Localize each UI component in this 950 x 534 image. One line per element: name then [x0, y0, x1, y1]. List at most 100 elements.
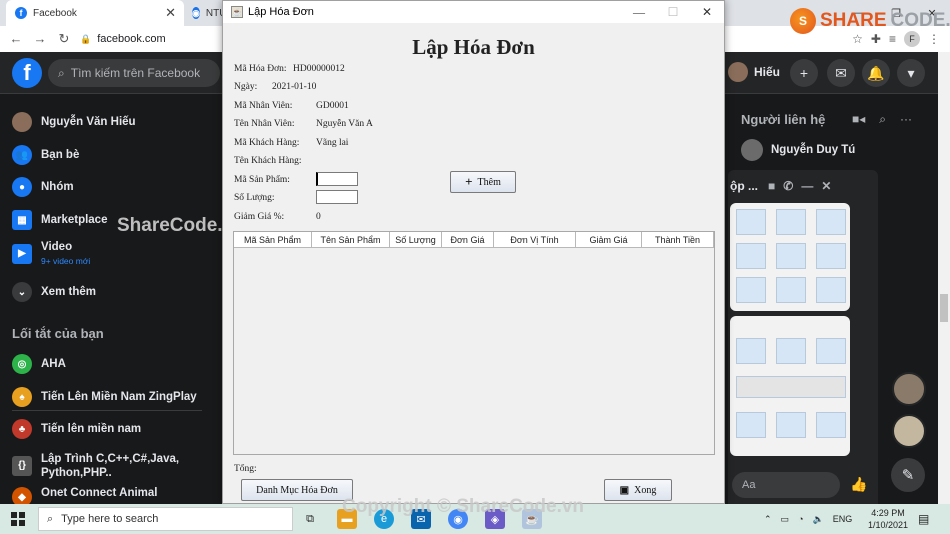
programming-icon: {}: [12, 456, 32, 476]
lock-icon: 🔒: [80, 33, 92, 44]
facebook-favicon-icon: f: [15, 7, 27, 19]
done-button[interactable]: ▣ Xong: [604, 479, 672, 501]
sidebar-item-groups[interactable]: ● Nhóm: [12, 172, 74, 202]
chat-head-avatar[interactable]: [892, 414, 926, 448]
page-scroll-thumb[interactable]: [940, 294, 948, 322]
shortcut-aha[interactable]: ◎ AHA: [12, 349, 66, 379]
product-id-field[interactable]: [316, 172, 358, 186]
close-tab-icon[interactable]: ✕: [165, 5, 176, 21]
table-header: Mã Sản Phẩm Tên Sản Phẩm Số Lượng Đơn Gi…: [234, 232, 714, 248]
extensions-icon[interactable]: ✚: [871, 32, 881, 46]
contact-item[interactable]: Nguyễn Duy Tú: [741, 139, 855, 161]
profile-chip[interactable]: Hiếu: [728, 62, 780, 82]
battery-icon[interactable]: ▭: [781, 514, 790, 525]
sidebar-item-label: Bạn bè: [41, 149, 80, 161]
video-icon: ▶: [12, 244, 32, 264]
groups-icon: ●: [12, 177, 32, 197]
shortcut-label: Lập Trình C,C++,C#,Java,: [41, 453, 180, 465]
chat-title: ộp ...: [730, 179, 758, 193]
total-label: Tổng:: [234, 464, 257, 474]
video-call-icon[interactable]: ■: [768, 179, 775, 193]
shortcut-zingplay[interactable]: ♠ Tiến Lên Miền Nam ZingPlay: [12, 382, 197, 412]
new-message-icon[interactable]: ✎: [891, 458, 925, 492]
onet-icon: ◆: [12, 487, 32, 504]
invoice-dialog: ☕ Lập Hóa Đơn — ☐ ✕ Lập Hóa Đơn Mã Hóa Đ…: [222, 0, 725, 504]
tab-ntu[interactable]: ◉ NTU: [186, 0, 226, 26]
chevron-up-icon[interactable]: ⌃: [764, 514, 772, 525]
sidebar-item-see-more[interactable]: ⌄ Xem thêm: [12, 277, 96, 307]
minimize-icon[interactable]: —: [622, 1, 656, 23]
taskbar-clock[interactable]: 4:29 PM 1/10/2021: [858, 507, 918, 531]
column-header[interactable]: Số Lượng: [390, 232, 442, 248]
network-icon[interactable]: ◔: [798, 514, 803, 524]
customer-id-label: Mã Khách Hàng:: [234, 138, 300, 148]
invoice-items-table[interactable]: Mã Sản Phẩm Tên Sản Phẩm Số Lượng Đơn Gi…: [233, 231, 715, 455]
add-button[interactable]: + Thêm: [450, 171, 516, 193]
notifications-icon[interactable]: 🔔: [862, 59, 890, 87]
invoice-id-value: HD00000012: [293, 64, 345, 74]
chat-message-input[interactable]: Aa: [732, 472, 840, 498]
notification-center-icon[interactable]: ▤: [918, 512, 929, 526]
logo-code: CODE.vn: [890, 10, 950, 31]
shortcut-onet[interactable]: ◆ Onet Connect Animal: [12, 487, 158, 504]
chrome-menu-icon[interactable]: ⋮: [928, 32, 940, 46]
video-subtitle: 9+ video mới: [41, 256, 91, 266]
facebook-search-input[interactable]: ⌕ Tìm kiếm trên Facebook: [48, 59, 220, 87]
chat-image-attachment[interactable]: [730, 316, 850, 456]
avatar: [728, 62, 748, 82]
video-call-icon[interactable]: ■◂: [852, 112, 865, 127]
sidebar-item-profile[interactable]: Nguyễn Văn Hiếu: [12, 107, 136, 137]
column-header[interactable]: Giảm Giá: [576, 232, 642, 248]
marketplace-icon: ▦: [12, 210, 32, 230]
contact-name: Nguyễn Duy Tú: [771, 144, 856, 156]
search-placeholder: Tìm kiếm trên Facebook: [70, 66, 201, 80]
add-button-label: Thêm: [477, 176, 501, 188]
taskbar-search-input[interactable]: ⌕ Type here to search: [38, 507, 293, 531]
start-button[interactable]: [0, 504, 36, 534]
like-icon[interactable]: 👍: [850, 476, 867, 493]
volume-icon[interactable]: 🔈: [813, 514, 824, 525]
column-header[interactable]: Mã Sản Phẩm: [234, 232, 312, 248]
clock-date: 1/10/2021: [867, 520, 909, 530]
create-icon[interactable]: +: [790, 59, 818, 87]
date-value: 2021-01-10: [272, 82, 317, 92]
shortcut-programming[interactable]: {} Lập Trình C,C++,C#,Java, Python,PHP..: [12, 451, 179, 481]
close-icon[interactable]: ✕: [690, 1, 724, 23]
sidebar-item-friends[interactable]: 👥 Bạn bè: [12, 140, 79, 170]
language-indicator[interactable]: ENG: [833, 514, 853, 524]
tab-facebook[interactable]: f Facebook ✕: [6, 0, 184, 26]
column-header[interactable]: Đơn Giá: [442, 232, 494, 248]
column-header[interactable]: Thành Tiền: [642, 232, 714, 248]
sidebar-item-label: Marketplace: [41, 214, 108, 226]
minimize-chat-icon[interactable]: —: [801, 179, 813, 193]
sharecode-logo-icon: S: [790, 8, 816, 34]
facebook-logo-icon[interactable]: f: [12, 58, 42, 88]
reload-icon[interactable]: ↻: [56, 31, 72, 47]
messenger-icon[interactable]: ✉: [827, 59, 855, 87]
chat-header[interactable]: ộp ... ■ ✆ — ✕: [728, 170, 878, 202]
column-header[interactable]: Đơn Vị Tính: [494, 232, 576, 248]
sidebar-item-marketplace[interactable]: ▦ Marketplace: [12, 205, 107, 235]
more-options-icon[interactable]: ···: [900, 112, 912, 127]
phone-icon[interactable]: ✆: [783, 179, 793, 193]
sidebar-item-label: Nhóm: [41, 181, 74, 193]
quantity-field[interactable]: [316, 190, 358, 204]
column-header[interactable]: Tên Sản Phẩm: [312, 232, 390, 248]
chat-image-attachment[interactable]: [730, 203, 850, 311]
forward-icon[interactable]: →: [32, 31, 48, 46]
task-view-icon[interactable]: ⧉: [300, 509, 320, 529]
chat-head-avatar[interactable]: [892, 372, 926, 406]
invoice-list-button[interactable]: Danh Mục Hóa Đơn: [241, 479, 353, 501]
bookmark-star-icon[interactable]: ☆: [852, 32, 863, 46]
maximize-icon: ☐: [667, 4, 679, 19]
close-chat-icon[interactable]: ✕: [821, 179, 831, 193]
java-app-icon: ☕: [231, 6, 243, 18]
url-field[interactable]: 🔒 facebook.com: [80, 29, 220, 49]
account-menu-icon[interactable]: ▾: [897, 59, 925, 87]
shortcut-tien-len[interactable]: ♣ Tiến lên miền nam: [12, 414, 141, 444]
reading-list-icon[interactable]: ≡: [889, 32, 896, 46]
sidebar-item-video[interactable]: ▶ Video 9+ video mới: [12, 239, 90, 269]
page-scrollbar[interactable]: [938, 52, 950, 504]
back-icon[interactable]: ←: [8, 31, 24, 46]
search-icon[interactable]: ⌕: [879, 112, 886, 127]
